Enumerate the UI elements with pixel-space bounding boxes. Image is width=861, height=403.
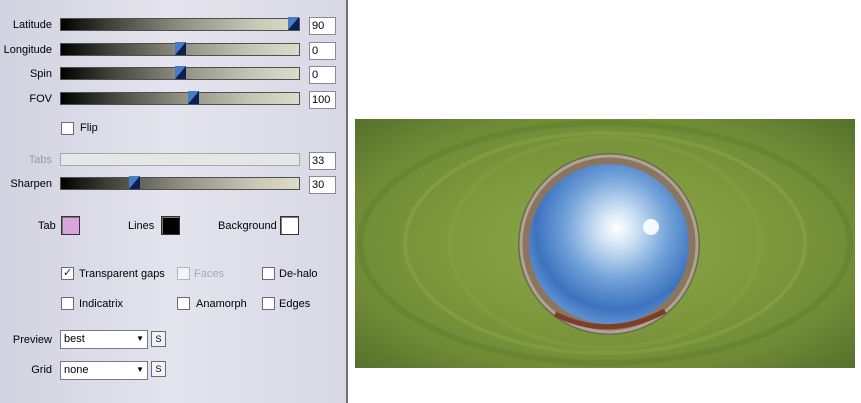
longitude-slider[interactable]	[60, 42, 300, 56]
tabs-label: Tabs	[28, 154, 52, 166]
anamorph-label: Anamorph	[196, 298, 247, 310]
faces-label: Faces	[194, 268, 224, 280]
grid-select-value: none	[64, 364, 89, 376]
sharpen-value-field[interactable]: 30	[309, 176, 336, 194]
grid-s-button[interactable]: S	[151, 361, 166, 377]
grid-label: Grid	[31, 364, 52, 376]
settings-panel: Latitude 90 Longitude 0 Spin 0 FOV 100 F…	[0, 0, 346, 403]
sharpen-slider-thumb[interactable]	[129, 176, 140, 189]
chevron-down-icon: ▼	[136, 365, 144, 374]
little-planet-preview-image	[355, 119, 855, 368]
faces-checkbox	[177, 267, 190, 280]
edges-checkbox[interactable]	[262, 297, 275, 310]
tab-color-swatch[interactable]	[61, 216, 80, 235]
spin-slider[interactable]	[60, 66, 300, 80]
tabs-value-field[interactable]: 33	[309, 152, 336, 170]
spin-slider-thumb[interactable]	[175, 66, 186, 79]
edges-label: Edges	[279, 298, 311, 310]
sharpen-slider[interactable]	[60, 176, 300, 190]
dehalo-label: De-halo	[279, 268, 318, 280]
fov-slider[interactable]	[60, 91, 300, 105]
longitude-slider-thumb[interactable]	[175, 42, 186, 55]
longitude-label: Longitude	[3, 44, 52, 56]
latitude-slider[interactable]	[60, 17, 300, 31]
fov-label: FOV	[29, 93, 52, 105]
dehalo-checkbox[interactable]	[262, 267, 275, 280]
latitude-label: Latitude	[12, 19, 52, 31]
spin-label: Spin	[29, 68, 52, 80]
indicatrix-label: Indicatrix	[79, 298, 124, 310]
grid-select[interactable]: none ▼	[60, 361, 148, 380]
flip-checkbox[interactable]	[61, 122, 74, 135]
background-color-swatch[interactable]	[280, 216, 299, 235]
lines-color-label: Lines	[128, 220, 155, 232]
lines-color-swatch[interactable]	[161, 216, 180, 235]
flip-label: Flip	[80, 122, 98, 134]
longitude-value-field[interactable]: 0	[309, 42, 336, 60]
preview-s-button[interactable]: S	[151, 331, 166, 347]
transparent-gaps-checkbox[interactable]: ✓	[61, 267, 74, 280]
preview-select[interactable]: best ▼	[60, 330, 148, 349]
checkmark-icon: ✓	[63, 267, 73, 279]
latitude-slider-thumb[interactable]	[288, 17, 299, 30]
chevron-down-icon: ▼	[136, 334, 144, 343]
fov-slider-thumb[interactable]	[188, 91, 199, 104]
background-color-label: Background	[218, 220, 277, 232]
tab-color-label: Tab	[38, 220, 56, 232]
preview-pane	[348, 0, 861, 403]
anamorph-checkbox[interactable]	[177, 297, 190, 310]
preview-select-value: best	[64, 333, 85, 345]
indicatrix-checkbox[interactable]	[61, 297, 74, 310]
transparent-gaps-label: Transparent gaps	[79, 268, 165, 280]
spin-value-field[interactable]: 0	[309, 66, 336, 84]
sharpen-label: Sharpen	[10, 178, 52, 190]
fov-value-field[interactable]: 100	[309, 91, 336, 109]
latitude-value-field[interactable]: 90	[309, 17, 336, 35]
preview-label: Preview	[12, 334, 52, 346]
tabs-slider	[60, 153, 300, 166]
